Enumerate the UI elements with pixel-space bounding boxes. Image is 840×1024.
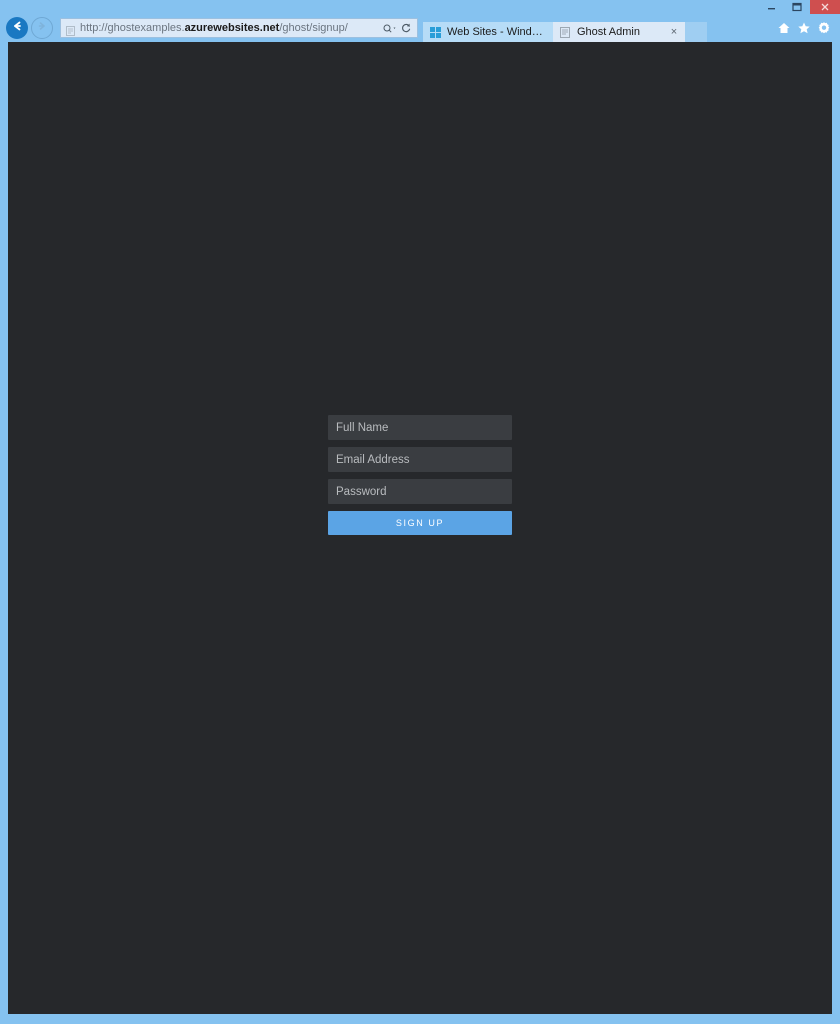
url-suffix: /ghost/signup/ bbox=[279, 22, 348, 34]
url-domain: azurewebsites.net bbox=[184, 22, 280, 34]
viewport-frame: Sign Up bbox=[0, 42, 840, 1024]
url-text: http://ghostexamples.azurewebsites.net/g… bbox=[80, 19, 382, 37]
back-button[interactable] bbox=[6, 17, 28, 39]
page-icon bbox=[66, 23, 75, 36]
forward-button bbox=[31, 17, 53, 39]
address-bar[interactable]: http://ghostexamples.azurewebsites.net/g… bbox=[60, 18, 418, 38]
back-arrow-icon bbox=[10, 19, 24, 38]
new-tab-button[interactable] bbox=[685, 22, 707, 42]
page-viewport: Sign Up bbox=[8, 42, 832, 1014]
forward-arrow-icon bbox=[36, 19, 48, 37]
restore-icon bbox=[792, 2, 802, 12]
navigation-toolbar: http://ghostexamples.azurewebsites.net/g… bbox=[0, 14, 840, 42]
minimize-icon bbox=[767, 3, 776, 12]
restore-button[interactable] bbox=[784, 0, 810, 14]
tab-strip: Web Sites - Windows Azure Ghost Admin × bbox=[423, 14, 707, 42]
page-icon bbox=[560, 26, 571, 38]
windows-azure-icon bbox=[430, 26, 441, 38]
title-bar bbox=[0, 0, 840, 14]
close-icon bbox=[820, 2, 830, 12]
tab-web-sites-windows-azure[interactable]: Web Sites - Windows Azure bbox=[423, 22, 553, 42]
close-icon[interactable]: × bbox=[668, 26, 680, 38]
browser-window: http://ghostexamples.azurewebsites.net/g… bbox=[0, 0, 840, 1024]
tab-ghost-admin[interactable]: Ghost Admin × bbox=[553, 22, 685, 42]
browser-toolbar-icons bbox=[776, 21, 836, 36]
tab-label: Web Sites - Windows Azure bbox=[447, 26, 548, 38]
url-prefix: http://ghostexamples. bbox=[80, 22, 185, 34]
sign-up-button[interactable]: Sign Up bbox=[328, 511, 512, 535]
full-name-input[interactable] bbox=[328, 415, 512, 440]
tab-label: Ghost Admin bbox=[577, 26, 640, 38]
signup-form: Sign Up bbox=[328, 415, 512, 535]
star-icon[interactable] bbox=[796, 21, 811, 36]
email-address-input[interactable] bbox=[328, 447, 512, 472]
password-input[interactable] bbox=[328, 479, 512, 504]
search-dropdown-icon[interactable] bbox=[382, 19, 398, 37]
refresh-icon[interactable] bbox=[398, 19, 414, 37]
close-button[interactable] bbox=[810, 0, 840, 14]
minimize-button[interactable] bbox=[758, 0, 784, 14]
signup-container: Sign Up bbox=[8, 415, 832, 535]
home-icon[interactable] bbox=[776, 21, 791, 36]
gear-icon[interactable] bbox=[816, 21, 831, 36]
